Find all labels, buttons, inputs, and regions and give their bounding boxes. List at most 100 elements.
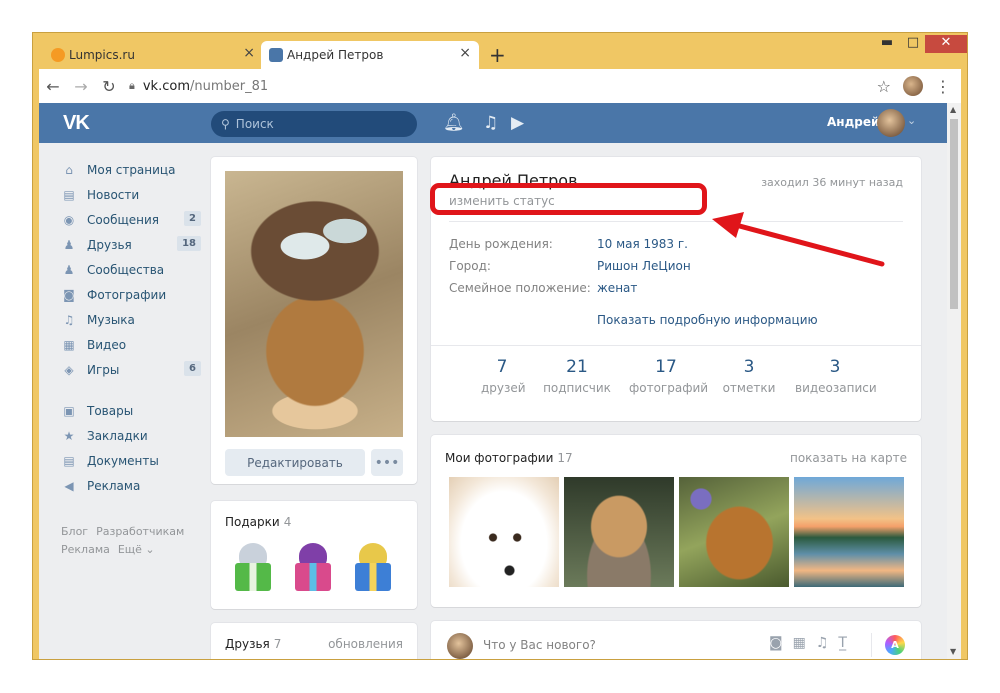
minimize-button[interactable]: ▬ — [875, 35, 899, 53]
header-user-name[interactable]: Андрей — [827, 115, 879, 129]
new-post-input[interactable]: Что у Вас нового? — [483, 638, 596, 652]
vertical-scrollbar[interactable]: ▲ ▼ — [947, 103, 961, 659]
vk-logo[interactable]: VK — [63, 112, 90, 135]
tab-vk-profile[interactable]: Андрей Петров × — [261, 41, 479, 69]
sidebar-item-photos[interactable]: ◙ Фотографии — [61, 282, 201, 307]
edit-profile-button[interactable]: Редактировать — [225, 449, 365, 476]
close-tab-icon[interactable]: × — [243, 45, 255, 61]
divider — [871, 633, 872, 657]
scrollbar-thumb[interactable] — [950, 119, 958, 309]
sidebar-item-music[interactable]: ♫ Музыка — [61, 307, 201, 332]
city-link[interactable]: Ришон ЛеЦион — [597, 259, 691, 273]
messages-icon: ◉ — [63, 212, 75, 227]
sidebar-footer: Блог Разработчикам Реклама Ещё ⌄ — [61, 523, 201, 559]
camera-icon[interactable]: ◙ — [769, 635, 783, 651]
bookmark-star-icon[interactable]: ☆ — [877, 77, 891, 96]
sidebar-item-news[interactable]: ▤ Новости — [61, 182, 201, 207]
friends-header[interactable]: Друзья 7 — [225, 637, 281, 651]
photo-thumbnail[interactable] — [564, 477, 674, 587]
photo-thumbnail[interactable] — [794, 477, 904, 587]
sidebar-item-goods[interactable]: ▣ Товары — [61, 398, 201, 423]
gifts-header[interactable]: Подарки 4 — [225, 515, 291, 529]
birthday-link[interactable]: 10 мая 1983 г. — [597, 237, 688, 251]
sidebar-item-games[interactable]: ◈ Игры 6 — [61, 357, 201, 382]
counter-videos[interactable]: 3 видеозаписи — [795, 357, 877, 395]
notifications-bell-icon[interactable]: 🔔︎ — [443, 113, 465, 133]
footer-link-ads[interactable]: Реклама — [61, 543, 110, 556]
gift-item[interactable] — [347, 541, 399, 593]
sidebar-item-label: Сообщения — [87, 212, 160, 227]
avatar-card: Редактировать ••• — [211, 157, 417, 484]
search-placeholder: Поиск — [235, 117, 274, 131]
sidebar-item-label: Новости — [87, 187, 140, 202]
address-bar[interactable]: 🔒︎ vk.com/number_81 — [129, 73, 859, 99]
friends-updates-link[interactable]: обновления — [328, 637, 403, 651]
sidebar-item-bookmarks[interactable]: ★ Закладки — [61, 423, 201, 448]
lock-icon: 🔒︎ — [129, 79, 135, 92]
video-icon[interactable]: ▦ — [793, 635, 806, 651]
sidebar-item-communities[interactable]: ♟ Сообщества — [61, 257, 201, 282]
gift-item[interactable] — [227, 541, 279, 593]
back-button[interactable]: ← — [39, 77, 67, 96]
close-tab-icon[interactable]: × — [459, 45, 471, 61]
counter-value: 17 — [655, 357, 677, 377]
browser-menu-icon[interactable]: ⋮ — [935, 77, 951, 96]
counter-photos[interactable]: 17 фотографий — [629, 357, 708, 395]
counter-followers[interactable]: 21 подписчик — [543, 357, 611, 395]
more-actions-button[interactable]: ••• — [371, 449, 403, 476]
scroll-up-icon[interactable]: ▲ — [950, 105, 956, 114]
search-input[interactable]: ⚲ Поиск — [211, 111, 417, 137]
new-tab-button[interactable]: + — [489, 43, 506, 67]
divider — [431, 345, 921, 346]
annotation-arrow-icon — [712, 212, 885, 267]
music-icon[interactable]: ♫ — [816, 635, 829, 651]
text-format-icon[interactable]: T̲ — [838, 635, 847, 651]
counter-tags[interactable]: 3 отметки — [721, 357, 777, 395]
footer-link-more[interactable]: Ещё ⌄ — [118, 543, 155, 556]
tab-label: Lumpics.ru — [69, 48, 135, 62]
sidebar-item-my-page[interactable]: ⌂ Моя страница — [61, 157, 201, 182]
tab-lumpics[interactable]: Lumpics.ru × — [43, 41, 263, 69]
sidebar-item-friends[interactable]: ♟ Друзья 18 — [61, 232, 201, 257]
gifts-card: Подарки 4 — [211, 501, 417, 609]
sidebar-item-label: Видео — [87, 337, 127, 352]
counter-friends[interactable]: 7 друзей — [481, 357, 526, 395]
url-domain: vk.com — [142, 78, 190, 94]
sidebar-item-label: Музыка — [87, 312, 135, 327]
info-label: Семейное положение: — [449, 281, 591, 295]
counter-label: отметки — [722, 381, 776, 395]
friends-count-badge: 18 — [177, 236, 201, 251]
photo-thumbnail[interactable] — [679, 477, 789, 587]
footer-link-developers[interactable]: Разработчикам — [96, 525, 184, 538]
sidebar-item-ads[interactable]: ◀ Реклама — [61, 473, 201, 498]
sidebar-item-documents[interactable]: ▤ Документы — [61, 448, 201, 473]
sidebar-item-messages[interactable]: ◉ Сообщения 2 — [61, 207, 201, 232]
forward-button[interactable]: → — [67, 77, 95, 96]
music-note-icon[interactable]: ♫ — [483, 113, 498, 133]
counter-label: видеозаписи — [795, 381, 877, 395]
profile-avatar-icon[interactable] — [903, 76, 923, 96]
photos-header[interactable]: Мои фотографии 17 — [445, 451, 573, 465]
reload-button[interactable]: ↻ — [95, 77, 123, 96]
photos-count: 17 — [557, 451, 573, 465]
gift-item[interactable] — [287, 541, 339, 593]
prometheus-badge-icon[interactable]: A — [885, 635, 905, 655]
chevron-down-icon[interactable]: ⌄ — [907, 114, 916, 127]
scroll-down-icon[interactable]: ▼ — [950, 647, 956, 656]
show-on-map-link[interactable]: показать на карте — [790, 451, 907, 465]
relationship-link[interactable]: женат — [597, 281, 637, 295]
my-photos-card: Мои фотографии 17 показать на карте — [431, 435, 921, 607]
maximize-button[interactable]: □ — [901, 35, 925, 53]
close-window-button[interactable]: ✕ — [925, 35, 967, 53]
footer-link-blog[interactable]: Блог — [61, 525, 88, 538]
counter-value: 7 — [496, 357, 508, 377]
new-post-card: Что у Вас нового? ◙ ▦ ♫ T̲ A — [431, 621, 921, 659]
show-more-info-link[interactable]: Показать подробную информацию — [597, 313, 818, 327]
info-label: Город: — [449, 259, 491, 273]
photo-thumbnail[interactable] — [449, 477, 559, 587]
avatar — [447, 633, 473, 659]
header-avatar[interactable] — [877, 109, 905, 137]
sidebar-item-video[interactable]: ▦ Видео — [61, 332, 201, 357]
video-play-icon[interactable]: ▶ — [511, 113, 524, 133]
profile-photo[interactable] — [225, 171, 403, 437]
